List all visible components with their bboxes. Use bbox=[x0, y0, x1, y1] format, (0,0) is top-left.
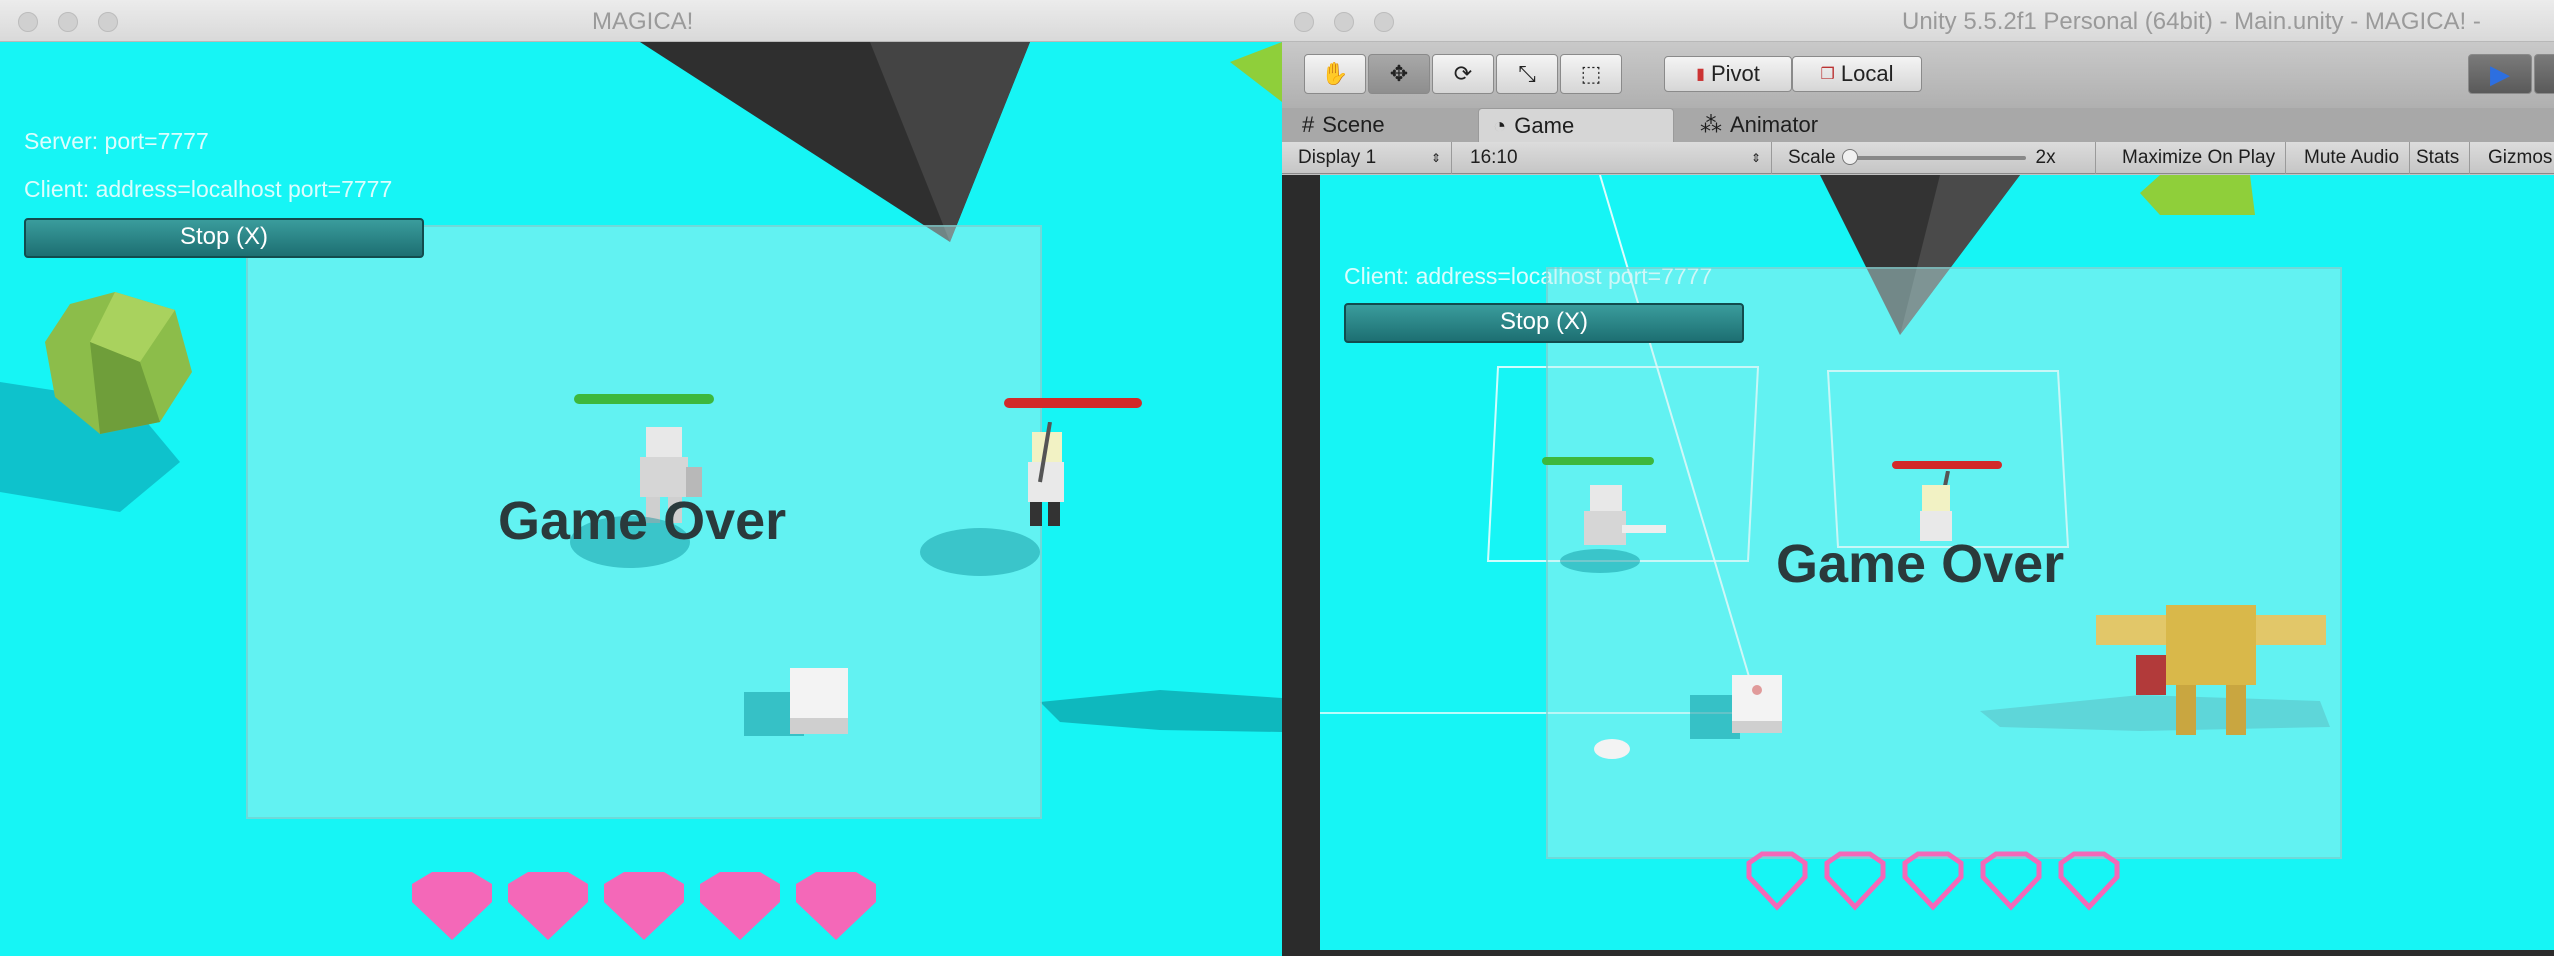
magica-titlebar[interactable]: MAGICA! bbox=[0, 0, 1282, 42]
enemy-health-bar bbox=[1004, 398, 1142, 408]
hearts-bar bbox=[410, 872, 890, 942]
updown-arrow-icon: ⇕ bbox=[1430, 151, 1441, 165]
unity-titlebar[interactable]: Unity 5.5.2f1 Personal (64bit) - Main.un… bbox=[1282, 0, 2554, 42]
pivot-icon: ▮ bbox=[1696, 66, 1705, 83]
hearts-bar bbox=[1746, 851, 2166, 913]
heart-icon bbox=[700, 872, 780, 940]
game-over-text: Game Over bbox=[1776, 534, 2065, 594]
rotate-icon: ⟳ bbox=[1453, 61, 1473, 86]
scale-slider-group[interactable]: Scale 2x bbox=[1778, 142, 2096, 174]
cube-object bbox=[744, 668, 848, 736]
zoom-window-button[interactable] bbox=[98, 12, 118, 32]
stats-toggle[interactable]: Stats bbox=[2406, 142, 2471, 174]
unity-toolbar: ✋ ✥ ⟳ ⤡ ⬚ ▮ Pivot ❒ Local ▶ bbox=[1282, 42, 2554, 108]
nodes-icon: ⁂ bbox=[1700, 112, 1722, 137]
heart-icon bbox=[508, 872, 588, 940]
player-health-bar bbox=[574, 394, 714, 404]
cube-object bbox=[1690, 675, 1782, 739]
client-status-text: Client: address=localhost port=7777 bbox=[24, 176, 393, 202]
tab-animator[interactable]: ⁂ Animator bbox=[1686, 108, 1832, 142]
heart-icon bbox=[412, 872, 492, 940]
grid-icon: # bbox=[1302, 112, 1315, 137]
window-title: Unity 5.5.2f1 Personal (64bit) - Main.un… bbox=[1902, 8, 2481, 35]
magica-window: MAGICA! Server: port=7777 Client: addres… bbox=[0, 0, 1282, 956]
unity-window: Unity 5.5.2f1 Personal (64bit) - Main.un… bbox=[1282, 0, 2554, 956]
rect-icon: ⬚ bbox=[1580, 61, 1602, 86]
minimize-window-button[interactable] bbox=[58, 12, 78, 32]
scale-tool-button[interactable]: ⤡ bbox=[1496, 54, 1558, 94]
heart-icon bbox=[796, 872, 876, 940]
cube-icon: ❒ bbox=[1820, 66, 1835, 83]
updown-arrow-icon: ⇕ bbox=[1750, 151, 1761, 165]
enemy-health-bar bbox=[1892, 461, 2002, 469]
hand-icon: ✋ bbox=[1321, 61, 1349, 86]
move-tool-button[interactable]: ✥ bbox=[1368, 54, 1430, 94]
rect-tool-button[interactable]: ⬚ bbox=[1560, 54, 1622, 94]
move-icon: ✥ bbox=[1389, 61, 1409, 86]
play-button[interactable]: ▶ bbox=[2468, 54, 2532, 94]
pause-button[interactable] bbox=[2534, 54, 2554, 94]
tab-scene[interactable]: # Scene bbox=[1288, 108, 1399, 142]
heart-outline-icon bbox=[1746, 851, 1808, 911]
cloud-object bbox=[1594, 739, 1630, 759]
gizmos-dropdown[interactable]: Gizmos bbox=[2478, 142, 2554, 174]
scale-icon: ⤡ bbox=[1518, 61, 1536, 86]
heart-outline-icon bbox=[1902, 851, 1964, 911]
stop-button[interactable]: Stop (X) bbox=[24, 218, 424, 258]
hand-tool-button[interactable]: ✋ bbox=[1304, 54, 1366, 94]
game-over-text: Game Over bbox=[498, 491, 787, 551]
heart-outline-icon bbox=[1980, 851, 2042, 911]
tab-game[interactable]: ◔ Game bbox=[1478, 108, 1674, 142]
maximize-on-play-toggle[interactable]: Maximize On Play bbox=[2112, 142, 2287, 174]
display-dropdown[interactable]: Display 1 ⇕ bbox=[1288, 142, 1452, 174]
game-viewport[interactable]: Client: address=localhost port=7777 Stop… bbox=[1320, 175, 2554, 950]
window-title: MAGICA! bbox=[592, 8, 694, 35]
server-status-text: Server: port=7777 bbox=[24, 128, 209, 154]
close-window-button[interactable] bbox=[18, 12, 38, 32]
rotate-tool-button[interactable]: ⟳ bbox=[1432, 54, 1494, 94]
golden-creature bbox=[2096, 605, 2326, 735]
player-health-bar bbox=[1542, 457, 1654, 465]
heart-outline-icon bbox=[2058, 851, 2120, 911]
slider-thumb[interactable] bbox=[1841, 149, 1858, 165]
pivot-toggle[interactable]: ▮ Pivot bbox=[1664, 56, 1792, 92]
game-view[interactable]: Server: port=7777 Client: address=localh… bbox=[0, 42, 1282, 956]
tab-strip bbox=[1282, 108, 2554, 142]
local-toggle[interactable]: ❒ Local bbox=[1792, 56, 1922, 92]
minimize-window-button[interactable] bbox=[1334, 12, 1354, 32]
pacman-icon: ◔ bbox=[1493, 112, 1507, 138]
aspect-dropdown[interactable]: 16:10 ⇕ bbox=[1460, 142, 1772, 174]
mute-audio-toggle[interactable]: Mute Audio bbox=[2294, 142, 2411, 174]
player-character bbox=[1560, 485, 1666, 573]
heart-outline-icon bbox=[1824, 851, 1886, 911]
zoom-window-button[interactable] bbox=[1374, 12, 1394, 32]
play-icon: ▶ bbox=[2490, 58, 2510, 89]
scale-slider[interactable] bbox=[1841, 149, 2026, 165]
stop-button[interactable]: Stop (X) bbox=[1344, 303, 1744, 343]
heart-icon bbox=[604, 872, 684, 940]
close-window-button[interactable] bbox=[1294, 12, 1314, 32]
